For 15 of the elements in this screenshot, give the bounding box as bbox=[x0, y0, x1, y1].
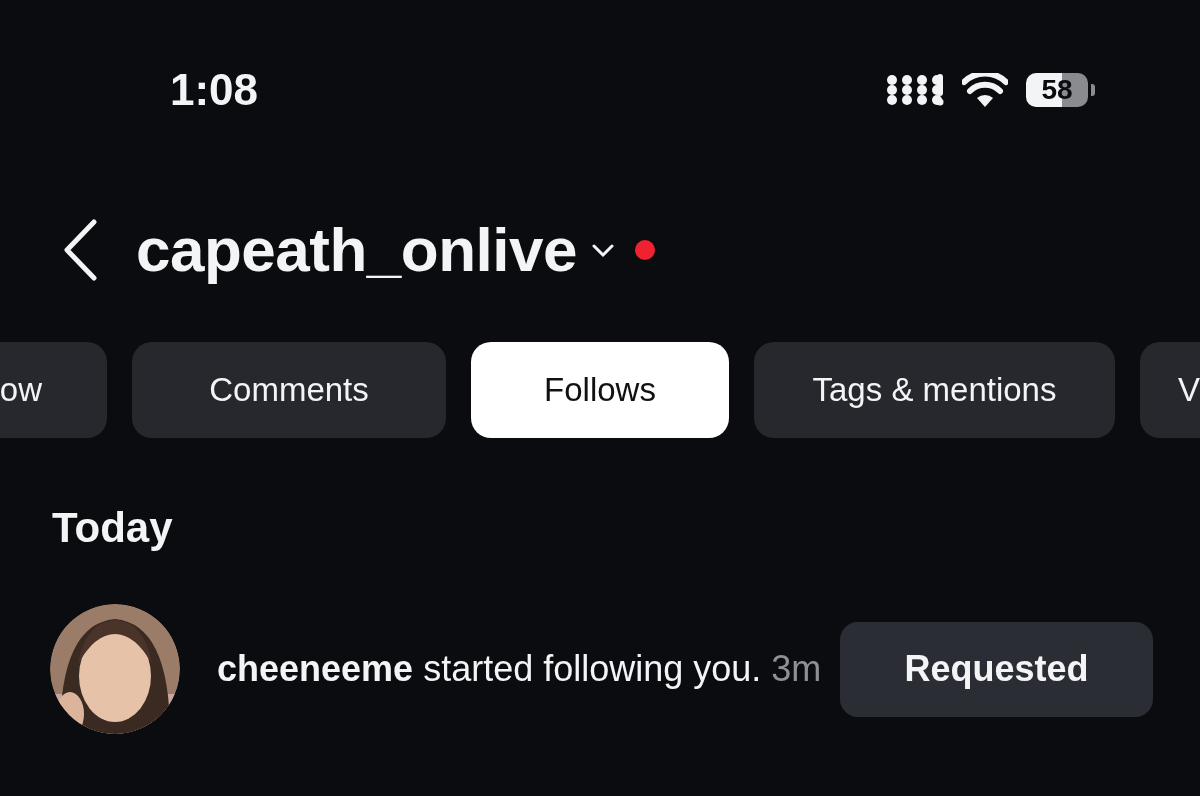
status-time: 1:08 bbox=[170, 65, 259, 115]
section-heading: Today bbox=[51, 503, 174, 552]
account-name[interactable]: capeath_onlive bbox=[136, 214, 577, 285]
filter-tab[interactable]: V bbox=[1140, 342, 1200, 438]
battery-icon: 58 bbox=[1026, 73, 1088, 107]
filter-tab[interactable]: Comments bbox=[132, 342, 446, 438]
filter-tab[interactable]: Tags & mentions bbox=[754, 342, 1115, 438]
wifi-icon bbox=[962, 73, 1008, 107]
back-icon[interactable] bbox=[62, 218, 98, 281]
filter-tab[interactable]: ow bbox=[0, 342, 107, 438]
notification-text: cheeneeme started following you. bbox=[217, 648, 762, 689]
filter-tab[interactable]: Follows bbox=[471, 342, 729, 438]
requested-button[interactable]: Requested bbox=[840, 621, 1153, 717]
signal-icon bbox=[886, 74, 944, 106]
time-ago: 3m bbox=[771, 648, 822, 689]
